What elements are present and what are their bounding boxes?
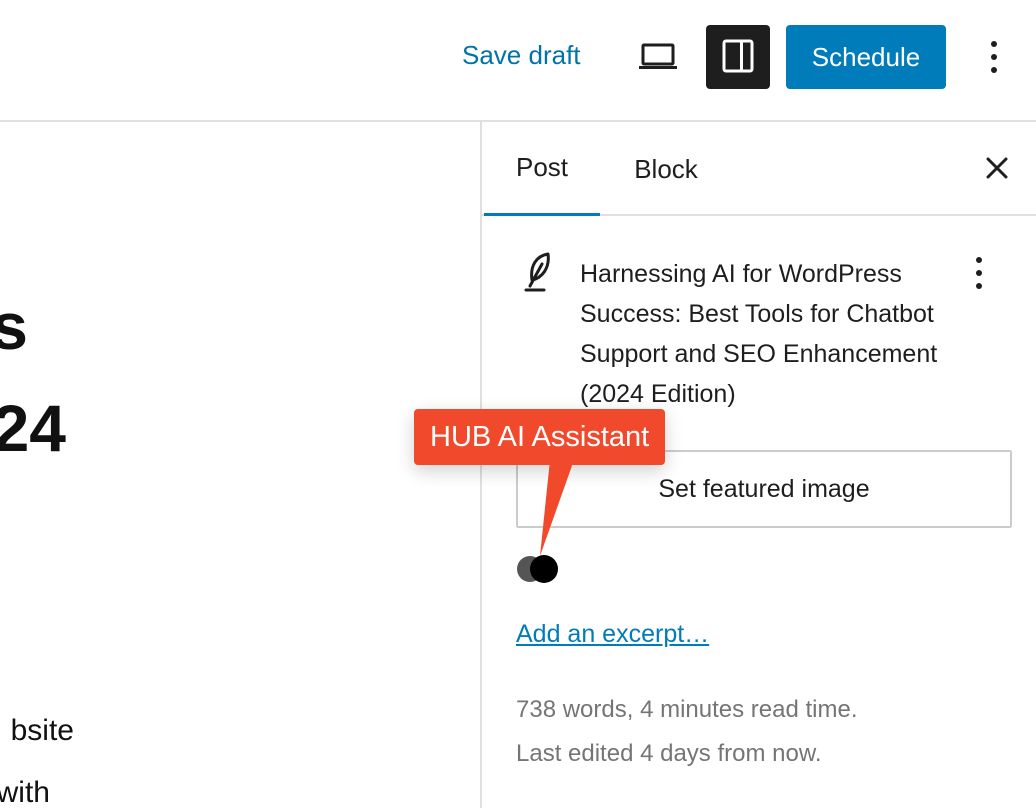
- close-sidebar-button[interactable]: [972, 144, 1022, 194]
- ai-dots-icon[interactable]: [516, 554, 562, 584]
- post-title-fragment[interactable]: s: [0, 288, 28, 364]
- hub-ai-assistant-callout: HUB AI Assistant: [414, 409, 666, 465]
- close-icon: [986, 157, 1008, 182]
- vertical-ellipsis-icon: [990, 40, 998, 77]
- preview-button[interactable]: [628, 30, 688, 86]
- post-summary-title: Harnessing AI for WordPress Success: Bes…: [580, 260, 938, 408]
- settings-sidebar-toggle[interactable]: [706, 25, 770, 89]
- sidebar-toggle-icon: [722, 39, 754, 76]
- paragraph-fragment[interactable]: bsite: [11, 714, 74, 748]
- paragraph-fragment[interactable]: with: [0, 776, 50, 808]
- tab-post[interactable]: Post: [484, 122, 600, 216]
- editor-header: Save draft Schedule: [0, 0, 1036, 122]
- vertical-ellipsis-icon: [975, 256, 983, 293]
- editor-canvas[interactable]: s 24 bsite with: [0, 124, 480, 808]
- post-meta: 738 words, 4 minutes read time. Last edi…: [516, 688, 858, 776]
- post-title-fragment[interactable]: 24: [0, 390, 66, 466]
- tab-block[interactable]: Block: [614, 122, 718, 216]
- feather-icon: [522, 252, 556, 292]
- callout-pointer: [540, 460, 574, 556]
- add-excerpt-link[interactable]: Add an excerpt…: [516, 620, 709, 649]
- sidebar-tabs: Post Block: [482, 122, 1036, 216]
- schedule-button[interactable]: Schedule: [786, 25, 946, 89]
- word-count: 738 words, 4 minutes read time.: [516, 696, 858, 723]
- post-actions-button[interactable]: [964, 254, 994, 294]
- save-draft-button[interactable]: Save draft: [462, 40, 581, 71]
- last-edited: Last edited 4 days from now.: [516, 740, 822, 767]
- options-menu-button[interactable]: [970, 30, 1018, 86]
- laptop-icon: [638, 43, 678, 74]
- editor-screen: Save draft Schedule s 24 bsite with Post…: [0, 0, 1036, 808]
